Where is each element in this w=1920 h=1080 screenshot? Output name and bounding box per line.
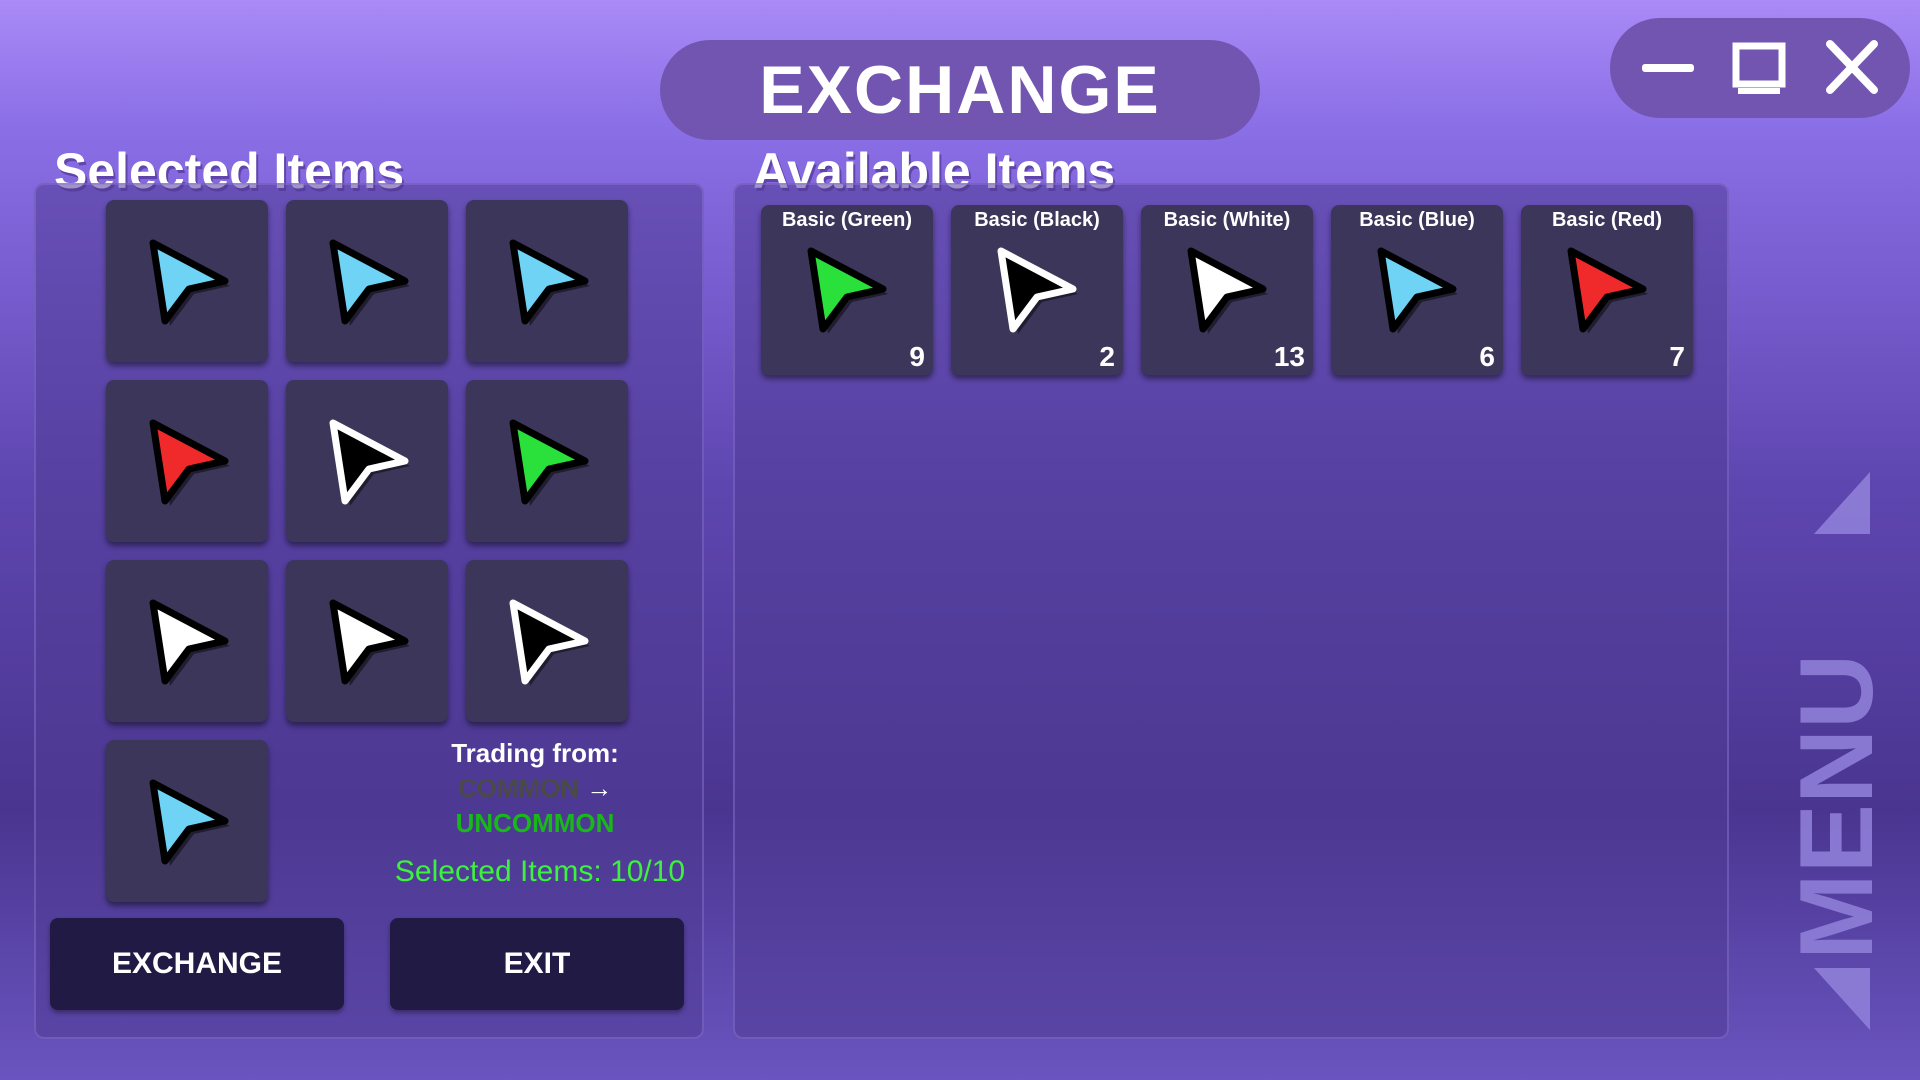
cursor-icon (149, 779, 230, 866)
cursor-icon (1377, 247, 1458, 334)
cursor-icon (1187, 247, 1268, 334)
selected-item-slot[interactable] (286, 200, 448, 362)
cursor-icon (807, 247, 888, 334)
cursor-icon (149, 239, 230, 326)
page-title-text: EXCHANGE (759, 52, 1161, 128)
available-item-count: 6 (1479, 341, 1495, 372)
minimize-button[interactable] (1628, 18, 1708, 118)
arrow-right-icon: → (586, 773, 613, 803)
available-item-name: Basic (Black) (974, 209, 1100, 231)
available-item-icon (1555, 239, 1655, 344)
selected-item-slot[interactable] (286, 560, 448, 722)
cursor-icon (329, 239, 410, 326)
cursor-icon (329, 599, 410, 686)
close-icon (1826, 40, 1878, 94)
close-button[interactable] (1812, 18, 1892, 118)
available-item-slot[interactable]: Basic (Green) 9 (761, 205, 933, 375)
selected-item-slot[interactable] (466, 560, 628, 722)
available-item-count: 2 (1099, 341, 1115, 372)
selected-count: Selected Items: 10/10 (394, 855, 686, 888)
cursor-icon (149, 419, 230, 506)
cursor-icon (509, 419, 590, 506)
to-rarity: UNCOMMON (455, 808, 615, 838)
cursor-icon (329, 419, 410, 506)
available-item-name: Basic (White) (1163, 209, 1291, 231)
trading-info: Trading from: COMMON → UNCOMMON (360, 738, 710, 839)
menu-tab-label: MENU (1780, 654, 1880, 960)
cursor-icon (509, 239, 590, 326)
cursor-icon (1567, 247, 1648, 334)
selected-item-slot[interactable] (106, 380, 268, 542)
available-item-slot[interactable]: Basic (Blue) 6 (1331, 205, 1503, 375)
available-item-name: Basic (Red) (1551, 209, 1663, 231)
available-item-count: 9 (909, 341, 925, 372)
available-item-slot[interactable]: Basic (Black) 2 (951, 205, 1123, 375)
maximize-button[interactable] (1720, 18, 1800, 118)
minimize-icon (1642, 64, 1694, 72)
maximize-icon (1732, 42, 1786, 94)
selected-item-slot[interactable] (286, 380, 448, 542)
cursor-icon (509, 599, 590, 686)
available-item-slot[interactable]: Basic (Red) 7 (1521, 205, 1693, 375)
available-item-icon (985, 239, 1085, 344)
cursor-icon (997, 247, 1078, 334)
trading-from-label: Trading from: (451, 738, 619, 768)
selected-item-slot[interactable] (106, 560, 268, 722)
available-item-count: 13 (1273, 341, 1305, 372)
menu-tab[interactable]: MENU (1779, 460, 1895, 1040)
from-rarity: COMMON (457, 773, 580, 803)
selected-item-slot[interactable] (466, 380, 628, 542)
available-item-icon (1365, 239, 1465, 344)
exchange-button[interactable]: EXCHANGE (50, 918, 344, 1010)
available-item-icon (1175, 239, 1275, 344)
available-item-icon (795, 239, 895, 344)
available-item-slot[interactable]: Basic (White) 13 (1141, 205, 1313, 375)
selected-item-slot[interactable] (106, 200, 268, 362)
page-title: EXCHANGE (660, 40, 1260, 140)
available-item-name: Basic (Green) (781, 209, 913, 231)
selected-item-slot[interactable] (466, 200, 628, 362)
rarity-transition: COMMON → (360, 773, 710, 804)
available-item-count: 7 (1669, 341, 1685, 372)
menu-tab-graphic: MENU (1779, 472, 1895, 1030)
exit-button[interactable]: EXIT (390, 918, 684, 1010)
window-controls (1610, 18, 1910, 118)
selected-item-slot[interactable] (106, 740, 268, 902)
cursor-icon (149, 599, 230, 686)
available-item-name: Basic (Blue) (1359, 209, 1475, 231)
